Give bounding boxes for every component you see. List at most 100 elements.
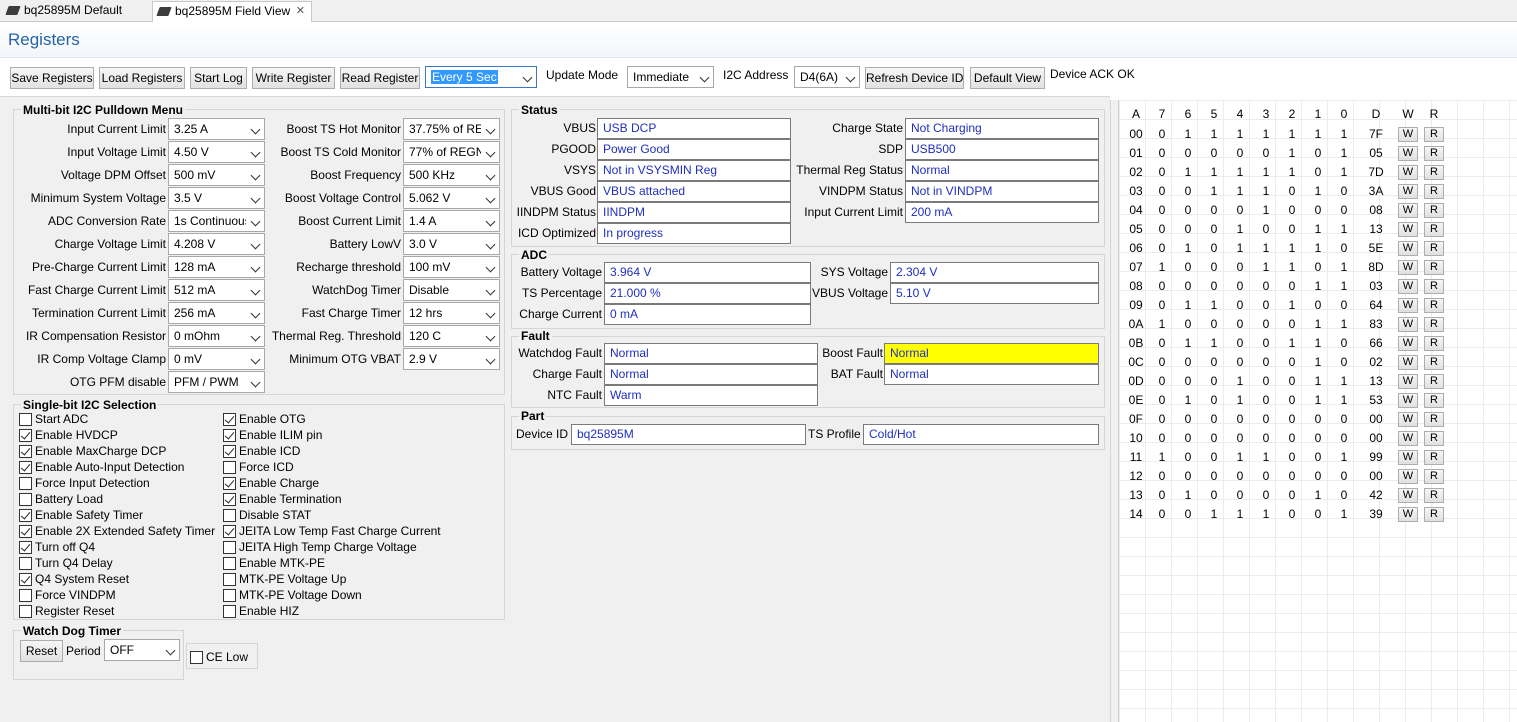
write-register-row-button[interactable]: W (1398, 240, 1418, 256)
register-bit[interactable]: 1 (1201, 333, 1227, 352)
register-bit[interactable]: 0 (1253, 295, 1279, 314)
tab-field-view[interactable]: bq25895M Field View ✕ (152, 1, 312, 22)
register-bit[interactable]: 0 (1279, 447, 1305, 466)
input-current-limit-select[interactable]: 3.25 A (168, 118, 265, 140)
register-bit[interactable]: 0 (1201, 276, 1227, 295)
register-bit[interactable]: 0 (1175, 181, 1201, 200)
register-bit[interactable]: 0 (1279, 485, 1305, 504)
write-register-row-button[interactable]: W (1398, 278, 1418, 294)
register-bit[interactable]: 0 (1149, 485, 1175, 504)
write-register-row-button[interactable]: W (1398, 468, 1418, 484)
register-bit[interactable]: 1 (1175, 333, 1201, 352)
register-bit[interactable]: 0 (1149, 238, 1175, 257)
force-input-detection-checkbox[interactable]: Force Input Detection (19, 476, 150, 491)
write-register-row-button[interactable]: W (1398, 392, 1418, 408)
register-bit[interactable]: 0 (1201, 238, 1227, 257)
register-bit[interactable]: 0 (1331, 409, 1357, 428)
register-bit[interactable]: 0 (1201, 428, 1227, 447)
register-bit[interactable]: 0 (1175, 257, 1201, 276)
register-bit[interactable]: 1 (1227, 219, 1253, 238)
register-hex-value[interactable]: 83 (1357, 314, 1395, 333)
force-icd-checkbox[interactable]: Force ICD (223, 460, 294, 475)
register-bit[interactable]: 0 (1175, 219, 1201, 238)
register-bit[interactable]: 0 (1253, 428, 1279, 447)
checkbox-box[interactable] (223, 605, 236, 618)
register-bit[interactable]: 1 (1279, 143, 1305, 162)
register-bit[interactable]: 0 (1279, 409, 1305, 428)
register-bit[interactable]: 0 (1331, 485, 1357, 504)
enable-mtk-pe-checkbox[interactable]: Enable MTK-PE (223, 556, 325, 571)
watchdog-timer-select[interactable]: Disable (403, 279, 500, 301)
register-bit[interactable]: 0 (1279, 181, 1305, 200)
register-hex-value[interactable]: 42 (1357, 485, 1395, 504)
register-bit[interactable]: 0 (1201, 466, 1227, 485)
register-bit[interactable]: 0 (1201, 219, 1227, 238)
register-bit[interactable]: 1 (1175, 390, 1201, 409)
register-bit[interactable]: 0 (1201, 200, 1227, 219)
register-bit[interactable]: 0 (1149, 466, 1175, 485)
register-bit[interactable]: 1 (1227, 124, 1253, 143)
register-bit[interactable]: 1 (1253, 447, 1279, 466)
register-bit[interactable]: 0 (1149, 124, 1175, 143)
read-register-row-button[interactable]: R (1424, 506, 1444, 522)
register-bit[interactable]: 0 (1279, 352, 1305, 371)
register-bit[interactable]: 1 (1279, 162, 1305, 181)
register-bit[interactable]: 1 (1279, 124, 1305, 143)
register-bit[interactable]: 1 (1331, 257, 1357, 276)
checkbox-box[interactable] (19, 461, 32, 474)
register-hex-value[interactable]: 05 (1357, 143, 1395, 162)
voltage-dpm-offset-select[interactable]: 500 mV (168, 164, 265, 186)
register-bit[interactable]: 0 (1175, 352, 1201, 371)
register-bit[interactable]: 1 (1201, 295, 1227, 314)
i2c-address-select[interactable]: D4(6A) (794, 66, 860, 88)
register-bit[interactable]: 0 (1227, 295, 1253, 314)
charge-voltage-limit-select[interactable]: 4.208 V (168, 233, 265, 255)
write-register-row-button[interactable]: W (1398, 202, 1418, 218)
read-register-row-button[interactable]: R (1424, 164, 1444, 180)
register-bit[interactable]: 0 (1253, 466, 1279, 485)
enable-hvdcp-checkbox[interactable]: Enable HVDCP (19, 428, 118, 443)
termination-current-limit-select[interactable]: 256 mA (168, 302, 265, 324)
pre-charge-current-limit-select[interactable]: 128 mA (168, 256, 265, 278)
register-bit[interactable]: 0 (1305, 257, 1331, 276)
mtk-pe-voltage-up-checkbox[interactable]: MTK-PE Voltage Up (223, 572, 346, 587)
fast-charge-current-limit-select[interactable]: 512 mA (168, 279, 265, 301)
register-bit[interactable]: 1 (1305, 352, 1331, 371)
enable-hiz-checkbox[interactable]: Enable HIZ (223, 604, 299, 619)
register-bit[interactable]: 0 (1149, 276, 1175, 295)
register-bit[interactable]: 1 (1331, 314, 1357, 333)
register-bit[interactable]: 1 (1175, 485, 1201, 504)
register-bit[interactable]: 0 (1331, 181, 1357, 200)
register-bit[interactable]: 1 (1201, 162, 1227, 181)
ir-comp-voltage-clamp-select[interactable]: 0 mV (168, 348, 265, 370)
register-bit[interactable]: 1 (1331, 162, 1357, 181)
jeita-low-temp-fast-charge-current-checkbox[interactable]: JEITA Low Temp Fast Charge Current (223, 524, 441, 539)
register-bit[interactable]: 0 (1305, 200, 1331, 219)
register-hex-value[interactable]: 00 (1357, 466, 1395, 485)
write-register-row-button[interactable]: W (1398, 221, 1418, 237)
register-bit[interactable]: 1 (1201, 181, 1227, 200)
boost-current-limit-select[interactable]: 1.4 A (403, 210, 500, 232)
read-register-button[interactable]: Read Register (340, 67, 420, 89)
enable-termination-checkbox[interactable]: Enable Termination (223, 492, 342, 507)
register-bit[interactable]: 0 (1227, 428, 1253, 447)
register-bit[interactable]: 1 (1201, 504, 1227, 523)
register-bit[interactable]: 0 (1253, 485, 1279, 504)
register-bit[interactable]: 0 (1227, 352, 1253, 371)
register-bit[interactable]: 0 (1175, 371, 1201, 390)
write-register-row-button[interactable]: W (1398, 354, 1418, 370)
read-register-row-button[interactable]: R (1424, 297, 1444, 313)
save-registers-button[interactable]: Save Registers (10, 67, 94, 89)
register-bit[interactable]: 1 (1149, 257, 1175, 276)
checkbox-box[interactable] (19, 413, 32, 426)
register-bit[interactable]: 0 (1253, 143, 1279, 162)
register-bit[interactable]: 0 (1149, 352, 1175, 371)
register-bit[interactable]: 0 (1331, 428, 1357, 447)
register-bit[interactable]: 1 (1305, 124, 1331, 143)
write-register-row-button[interactable]: W (1398, 126, 1418, 142)
register-bit[interactable]: 0 (1201, 485, 1227, 504)
register-bit[interactable]: 1 (1227, 504, 1253, 523)
tab-default-view[interactable]: bq25895M Default View (2, 1, 152, 36)
boost-ts-hot-monitor-select[interactable]: 37.75% of REGN (403, 118, 500, 140)
write-register-button[interactable]: Write Register (252, 67, 335, 89)
